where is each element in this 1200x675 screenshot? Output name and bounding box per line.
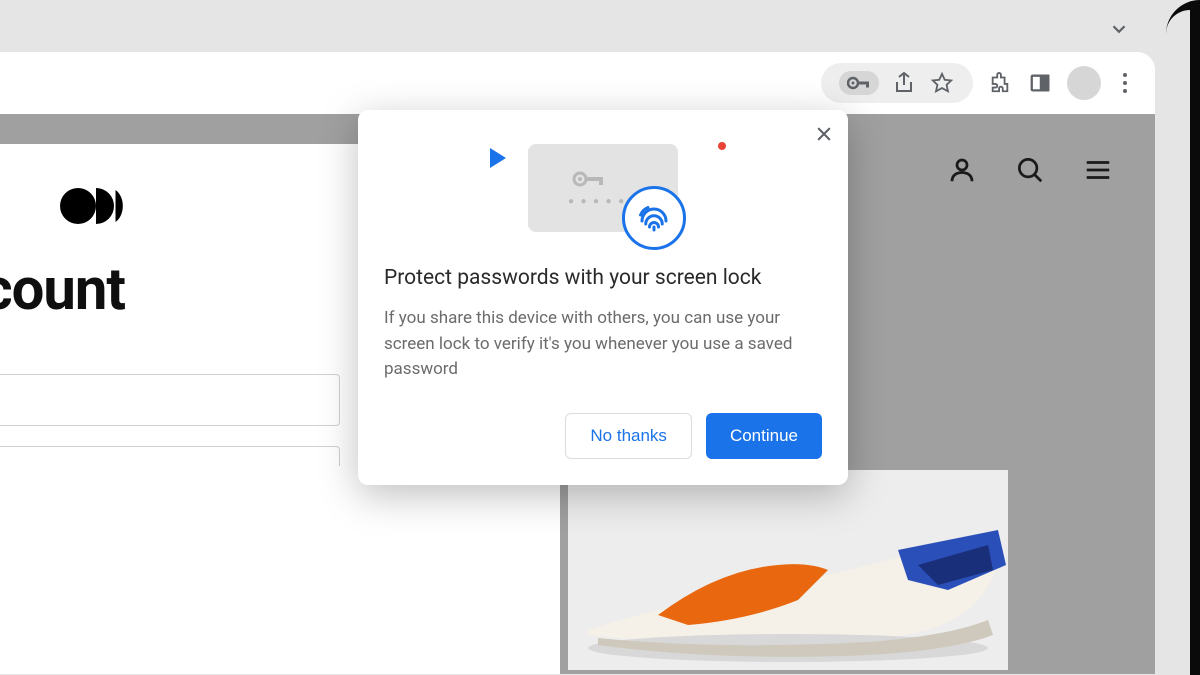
star-icon[interactable] xyxy=(929,70,955,96)
browser-toolbar xyxy=(0,52,1155,114)
no-thanks-button[interactable]: No thanks xyxy=(565,413,692,459)
play-icon xyxy=(490,148,506,168)
chevron-down-icon[interactable] xyxy=(1108,18,1130,44)
account-icon[interactable] xyxy=(947,155,977,189)
hamburger-menu-icon[interactable] xyxy=(1083,155,1113,189)
email-field[interactable] xyxy=(0,374,340,426)
menu-icon[interactable] xyxy=(1115,73,1135,93)
recording-dot-icon xyxy=(718,142,726,150)
sidepanel-icon[interactable] xyxy=(1027,70,1053,96)
search-icon[interactable] xyxy=(1015,155,1045,189)
profile-avatar[interactable] xyxy=(1067,66,1101,100)
extensions-icon[interactable] xyxy=(987,70,1013,96)
key-icon xyxy=(572,170,606,192)
laptop-icon: ● ● ● ● ● ● xyxy=(528,144,678,232)
product-image xyxy=(568,470,1008,670)
popup-actions: No thanks Continue xyxy=(384,413,822,459)
continue-button[interactable]: Continue xyxy=(706,413,822,459)
share-icon[interactable] xyxy=(891,70,917,96)
password-key-icon[interactable] xyxy=(839,71,879,95)
omnibox-actions xyxy=(821,63,973,103)
popup-illustration: ● ● ● ● ● ● xyxy=(384,128,822,248)
screen-lock-popup: ● ● ● ● ● ● Protect passwords with your … xyxy=(358,110,848,485)
popup-body-text: If you share this device with others, yo… xyxy=(384,306,822,383)
password-field[interactable] xyxy=(0,446,340,466)
popup-title: Protect passwords with your screen lock xyxy=(384,266,822,290)
fingerprint-icon xyxy=(622,186,686,250)
